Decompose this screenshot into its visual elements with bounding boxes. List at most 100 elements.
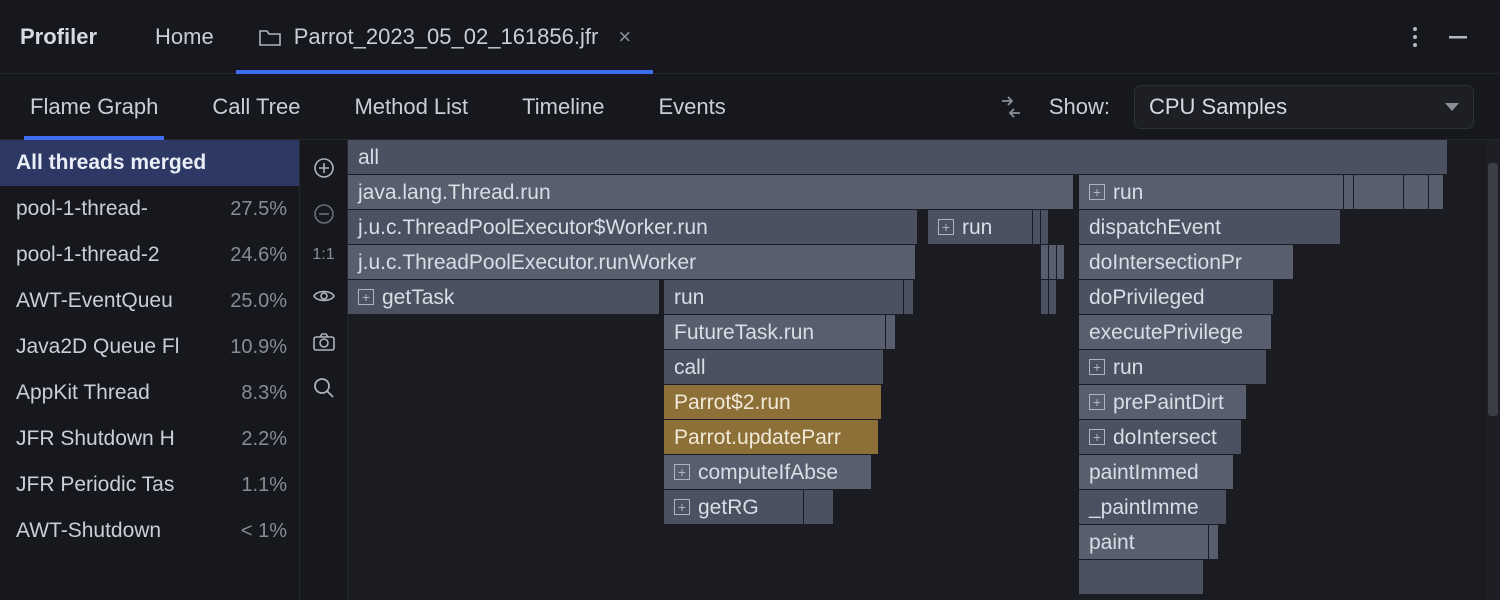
flame-frame[interactable]: j.u.c.ThreadPoolExecutor$Worker.run bbox=[348, 210, 918, 245]
expand-icon[interactable]: + bbox=[358, 289, 374, 305]
thread-item[interactable]: JFR Shutdown H 2.2% bbox=[0, 416, 299, 462]
thread-item[interactable]: AppKit Thread8.3% bbox=[0, 370, 299, 416]
flame-frame[interactable]: run bbox=[664, 280, 904, 315]
flame-frame[interactable]: j.u.c.ThreadPoolExecutor.runWorker bbox=[348, 245, 916, 280]
thread-item[interactable]: pool-1-thread-27.5% bbox=[0, 186, 299, 232]
subtab-label: Events bbox=[659, 94, 726, 120]
scrollbar-thumb[interactable] bbox=[1488, 163, 1498, 416]
expand-icon[interactable]: + bbox=[938, 219, 954, 235]
search-icon[interactable] bbox=[310, 374, 338, 402]
thread-item[interactable]: AWT-EventQueu25.0% bbox=[0, 278, 299, 324]
scrollbar[interactable] bbox=[1486, 140, 1500, 600]
close-icon[interactable]: × bbox=[618, 24, 631, 50]
subtab-flame-graph[interactable]: Flame Graph bbox=[12, 74, 176, 139]
flame-frame[interactable] bbox=[804, 490, 834, 525]
flame-frame[interactable] bbox=[1049, 245, 1057, 280]
frame-label: run bbox=[674, 280, 704, 315]
thread-pct: 24.6% bbox=[230, 244, 287, 267]
flame-frame[interactable]: doIntersectionPr bbox=[1079, 245, 1294, 280]
expand-icon[interactable]: + bbox=[1089, 394, 1105, 410]
flame-frame[interactable]: + getTask bbox=[348, 280, 660, 315]
more-icon[interactable] bbox=[1412, 25, 1418, 49]
frame-label: call bbox=[674, 350, 706, 385]
thread-item[interactable]: Java2D Queue Fl10.9% bbox=[0, 324, 299, 370]
thread-name: AWT-Shutdown bbox=[16, 519, 231, 543]
subtab-events[interactable]: Events bbox=[641, 74, 744, 139]
flame-frame[interactable]: +computeIfAbse bbox=[664, 455, 872, 490]
flame-frame[interactable]: +run bbox=[928, 210, 1033, 245]
flame-frame[interactable] bbox=[1429, 175, 1444, 210]
thread-pct: 2.2% bbox=[241, 428, 287, 451]
expand-icon[interactable]: + bbox=[1089, 184, 1105, 200]
flame-frame[interactable]: +getRG bbox=[664, 490, 804, 525]
flame-frame[interactable] bbox=[1079, 560, 1204, 595]
flame-frame[interactable] bbox=[1344, 175, 1354, 210]
flame-frame[interactable] bbox=[1404, 175, 1429, 210]
subtab-label: Timeline bbox=[522, 94, 604, 120]
minimize-icon[interactable] bbox=[1446, 25, 1470, 49]
subtab-method-list[interactable]: Method List bbox=[336, 74, 486, 139]
expand-icon[interactable]: + bbox=[1089, 359, 1105, 375]
flame-frame[interactable] bbox=[1041, 280, 1049, 315]
minus-icon[interactable] bbox=[310, 200, 338, 228]
expand-icon[interactable]: + bbox=[1089, 429, 1105, 445]
swap-icon[interactable] bbox=[997, 95, 1025, 119]
frame-label: executePrivilege bbox=[1089, 315, 1243, 350]
subtab-call-tree[interactable]: Call Tree bbox=[194, 74, 318, 139]
thread-item[interactable]: AWT-Shutdown < 1% bbox=[0, 508, 299, 554]
thread-item[interactable]: JFR Periodic Tas1.1% bbox=[0, 462, 299, 508]
thread-name: JFR Shutdown H bbox=[16, 427, 231, 451]
eye-icon[interactable] bbox=[310, 282, 338, 310]
flame-frame[interactable] bbox=[1057, 245, 1065, 280]
flame-frame[interactable]: FutureTask.run bbox=[664, 315, 886, 350]
thread-pct: < 1% bbox=[241, 520, 287, 543]
tab-home[interactable]: Home bbox=[133, 0, 236, 73]
flame-frame[interactable] bbox=[1041, 210, 1049, 245]
thread-name: pool-1-thread-2 bbox=[16, 243, 220, 267]
flame-frame[interactable]: executePrivilege bbox=[1079, 315, 1272, 350]
flame-frame[interactable]: +prePaintDirt bbox=[1079, 385, 1247, 420]
plus-icon[interactable] bbox=[310, 154, 338, 182]
tool-column: 1:1 bbox=[300, 140, 348, 600]
subtab-timeline[interactable]: Timeline bbox=[504, 74, 622, 139]
subtab-label: Flame Graph bbox=[30, 94, 158, 120]
flame-frame[interactable]: paint bbox=[1079, 525, 1209, 560]
flame-frame[interactable]: +run bbox=[1079, 175, 1344, 210]
expand-icon[interactable]: + bbox=[674, 464, 690, 480]
frame-label: j.u.c.ThreadPoolExecutor$Worker.run bbox=[358, 210, 708, 245]
flame-frame[interactable] bbox=[1041, 245, 1049, 280]
flame-frame[interactable]: dispatchEvent bbox=[1079, 210, 1341, 245]
zoom-ratio: 1:1 bbox=[312, 246, 334, 264]
flame-frame[interactable]: doPrivileged bbox=[1079, 280, 1274, 315]
flame-frame-hot[interactable]: Parrot$2.run bbox=[664, 385, 882, 420]
flame-frame-all[interactable]: all bbox=[348, 140, 1448, 175]
flame-frame[interactable]: + doIntersect bbox=[1079, 420, 1242, 455]
camera-icon[interactable] bbox=[310, 328, 338, 356]
thread-all-merged[interactable]: All threads merged bbox=[0, 140, 299, 186]
expand-icon[interactable]: + bbox=[674, 499, 690, 515]
flame-frame-hot[interactable]: Parrot.updateParr bbox=[664, 420, 879, 455]
flame-frame[interactable]: call bbox=[664, 350, 884, 385]
thread-pct: 10.9% bbox=[230, 336, 287, 359]
frame-label: doIntersect bbox=[1113, 420, 1217, 455]
tab-jfr-file[interactable]: Parrot_2023_05_02_161856.jfr × bbox=[236, 0, 653, 73]
show-select[interactable]: CPU Samples bbox=[1134, 85, 1474, 129]
flame-frame[interactable]: paintImmed bbox=[1079, 455, 1234, 490]
thread-name: All threads merged bbox=[16, 151, 287, 175]
flame-frame[interactable] bbox=[1209, 525, 1219, 560]
frame-label: all bbox=[358, 140, 379, 175]
thread-item[interactable]: pool-1-thread-2 24.6% bbox=[0, 232, 299, 278]
flame-frame[interactable] bbox=[1354, 175, 1404, 210]
flame-frame[interactable] bbox=[1033, 210, 1041, 245]
flame-frame[interactable] bbox=[1049, 280, 1057, 315]
tab-label: Home bbox=[155, 24, 214, 50]
flame-frame[interactable]: _paintImme bbox=[1079, 490, 1227, 525]
frame-label: j.u.c.ThreadPoolExecutor.runWorker bbox=[358, 245, 696, 280]
main-area: All threads merged pool-1-thread-27.5% p… bbox=[0, 140, 1500, 600]
flame-frame[interactable]: java.lang.Thread.run bbox=[348, 175, 1074, 210]
flame-graph[interactable]: all java.lang.Thread.run +run j.u.c.Thre… bbox=[348, 140, 1500, 600]
frame-label: getTask bbox=[382, 280, 454, 315]
flame-frame[interactable] bbox=[904, 280, 914, 315]
flame-frame[interactable]: +run bbox=[1079, 350, 1267, 385]
flame-frame[interactable] bbox=[886, 315, 896, 350]
